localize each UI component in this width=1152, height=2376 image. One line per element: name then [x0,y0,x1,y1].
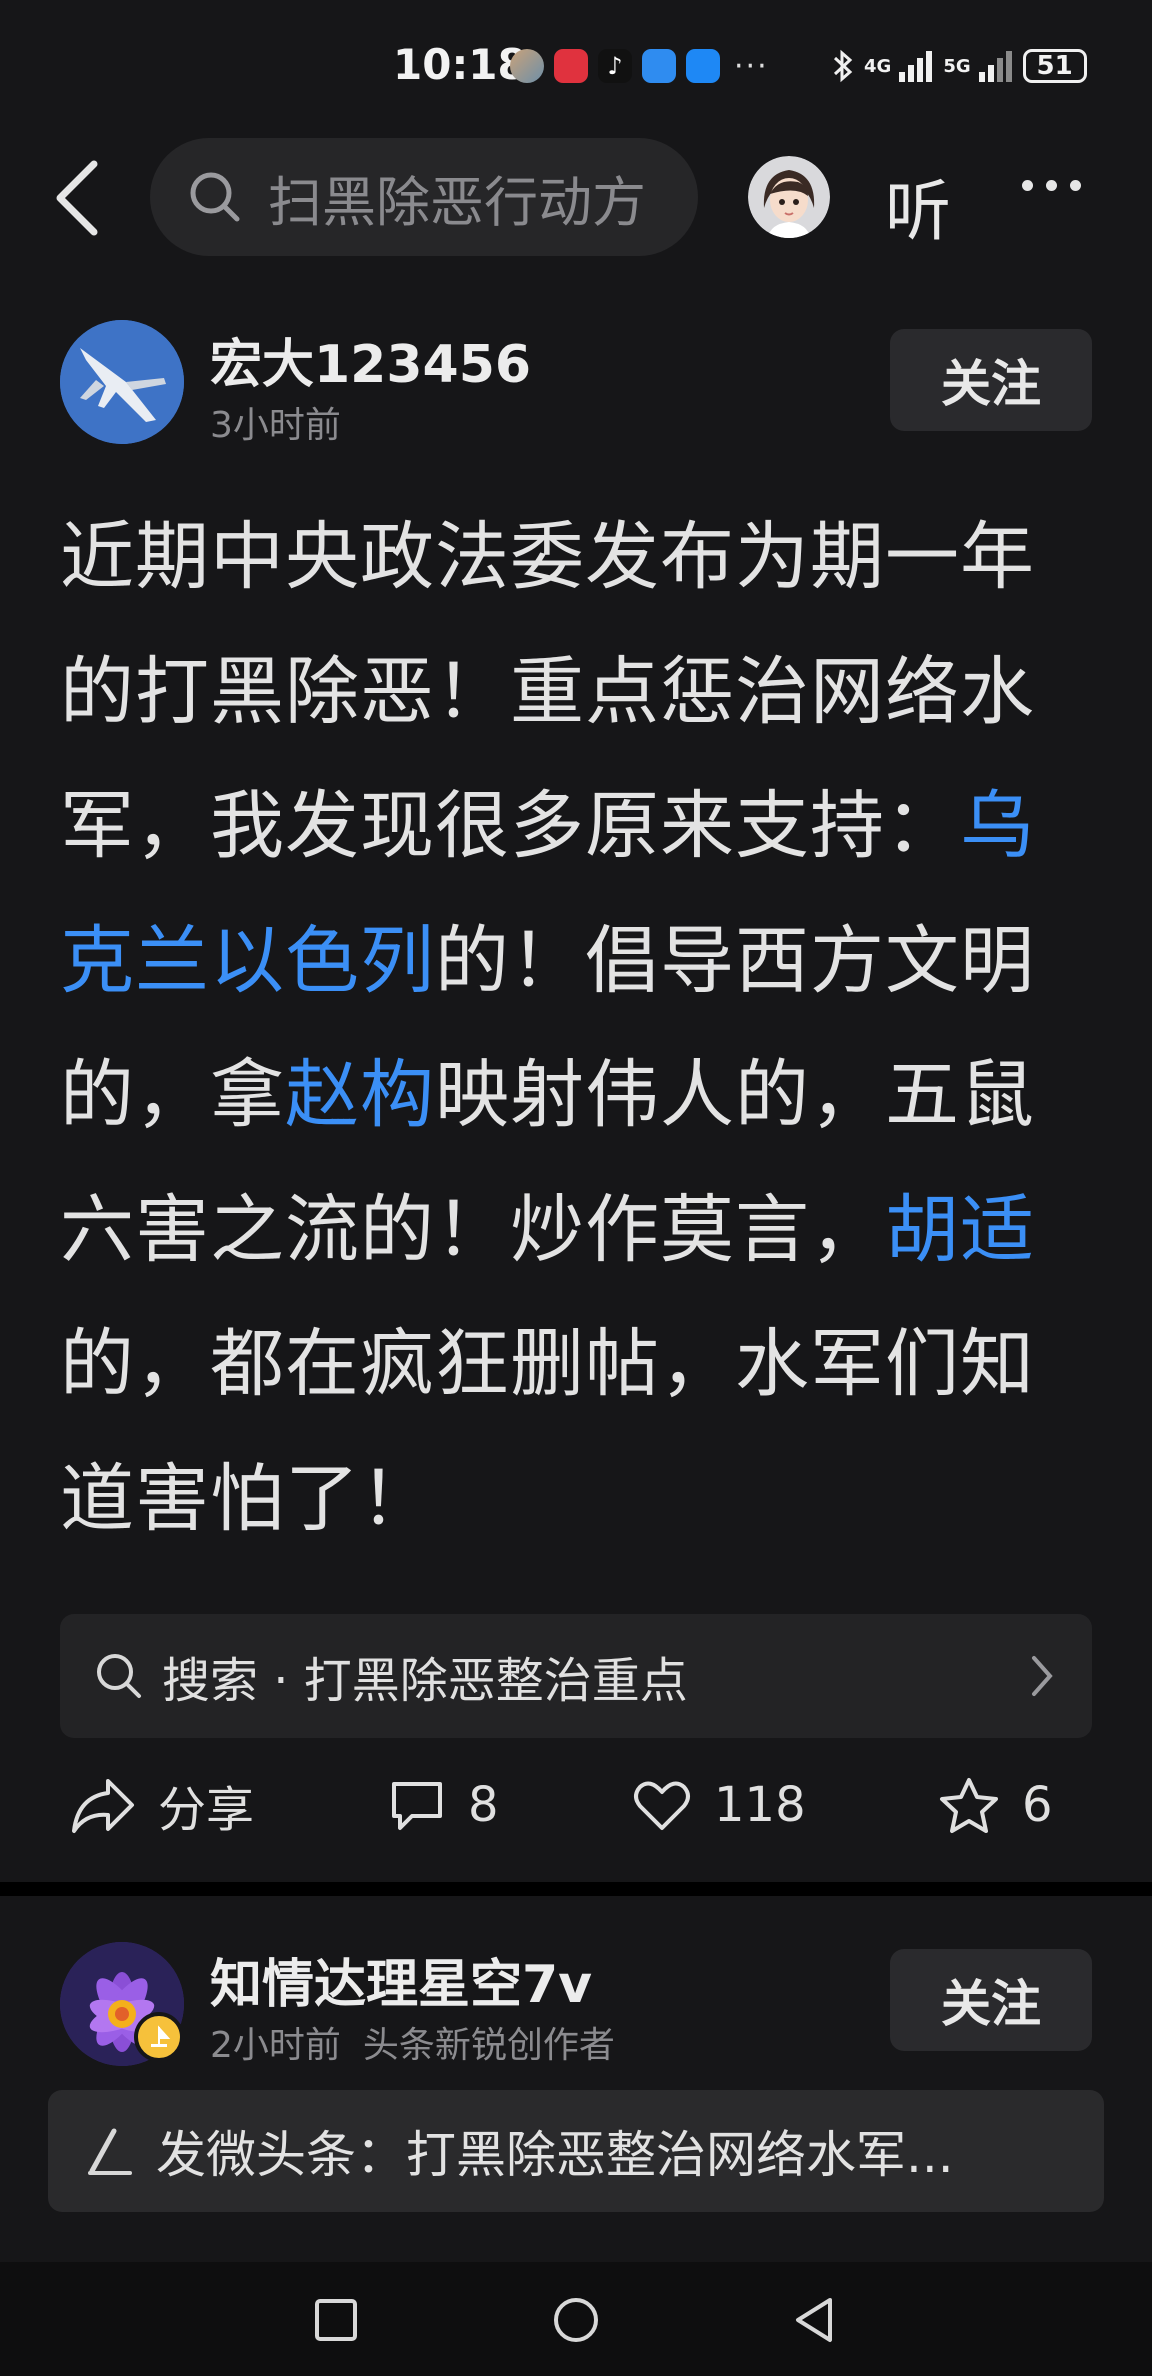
network-2-label: 5G [943,55,971,77]
content-text: 近期中央政法委发布为期一年的打黑除恶！重点惩治网络水军，我发现很多原来支持： [60,514,1035,869]
heart-icon [634,1781,690,1830]
search-placeholder: 扫黑除恶行动方 [268,170,646,234]
pen-icon [88,2128,132,2175]
recent-apps-icon[interactable] [314,2298,358,2342]
post-time: 3小时前 [210,405,341,446]
search-icon [97,1654,141,1698]
section-divider [0,1882,1152,1896]
commenter-meta: 2小时前 头条新锐创作者 [210,2016,615,2068]
notification-icons: ♪ ··· [510,46,769,86]
commenter-tag: 头条新锐创作者 [362,2025,615,2066]
share-icon [72,1779,134,1833]
battery-level: 51 [1036,51,1073,81]
creator-badge-icon [134,2012,184,2062]
more-options-icon[interactable] [1022,180,1081,191]
share-button[interactable]: 分享 [70,1760,254,1850]
signal-2-icon [978,51,1012,82]
follow-button[interactable]: 关注 [890,329,1092,431]
search-icon [190,172,240,222]
commenter-time: 2小时前 [210,2025,341,2066]
search-input[interactable]: 扫黑除恶行动方 [150,138,698,256]
tiktok-icon: ♪ [598,49,632,83]
chevron-right-icon [1032,1656,1053,1696]
compose-weitoutiao-bar[interactable]: 发微头条：打黑除恶整治网络水军... [48,2090,1104,2212]
comment-count: 8 [468,1777,499,1833]
author-avatar[interactable] [60,320,184,444]
content-link-zhao-gou[interactable]: 赵构 [285,1052,435,1138]
status-time: 10:18 [393,40,527,89]
user-avatar[interactable] [748,156,830,238]
listen-button[interactable]: 听 [885,158,951,254]
author-name[interactable]: 宏大123456 [210,322,531,397]
star-icon [940,1778,998,1833]
comment-button[interactable]: 8 [388,1760,499,1850]
network-1-label: 4G [864,55,892,77]
follow-commenter-button[interactable]: 关注 [890,1949,1092,2051]
battery-icon: 51 [1022,49,1087,83]
signal-1-icon [899,51,933,82]
compose-text: 发微头条：打黑除恶整治网络水军... [156,2126,954,2184]
post-actions: 分享 8 118 6 [70,1760,1070,1850]
status-bar: 10:18 ♪ ··· 4G 5G 51 [0,0,1152,135]
system-status: 4G 5G 51 [830,40,1087,92]
jet-fighter-icon [60,320,184,444]
related-search-chip[interactable]: 搜索 · 打黑除恶整治重点 [60,1614,1092,1738]
comment-icon [392,1782,442,1830]
photo-app-icon [510,49,544,83]
post-content: 近期中央政法委发布为期一年的打黑除恶！重点惩治网络水军，我发现很多原来支持：乌克… [60,490,1090,1566]
back-triangle-icon[interactable] [792,2296,836,2344]
bluetooth-icon [833,49,853,83]
favorite-count: 6 [1022,1777,1053,1833]
girl-avatar-icon [748,156,830,238]
related-search-text: 搜索 · 打黑除恶整治重点 [162,1653,688,1709]
message-app-icon [642,49,676,83]
more-notifications-icon: ··· [734,48,769,84]
back-arrow-icon[interactable] [50,158,110,238]
home-icon[interactable] [552,2296,600,2344]
shield-app-icon [686,49,720,83]
favorite-button[interactable]: 6 [938,1760,1053,1850]
commenter-name[interactable]: 知情达理星空7v [210,1942,592,2017]
like-count: 118 [714,1777,806,1833]
reader-app-icon [554,49,588,83]
system-navigation-bar [0,2262,1152,2376]
content-text: 的，都在疯狂删帖，水军们知道害怕了！ [60,1321,1035,1542]
like-button[interactable]: 118 [632,1760,806,1850]
content-link-hu-shi[interactable]: 胡适 [885,1187,1035,1273]
share-label: 分享 [158,1782,255,1838]
